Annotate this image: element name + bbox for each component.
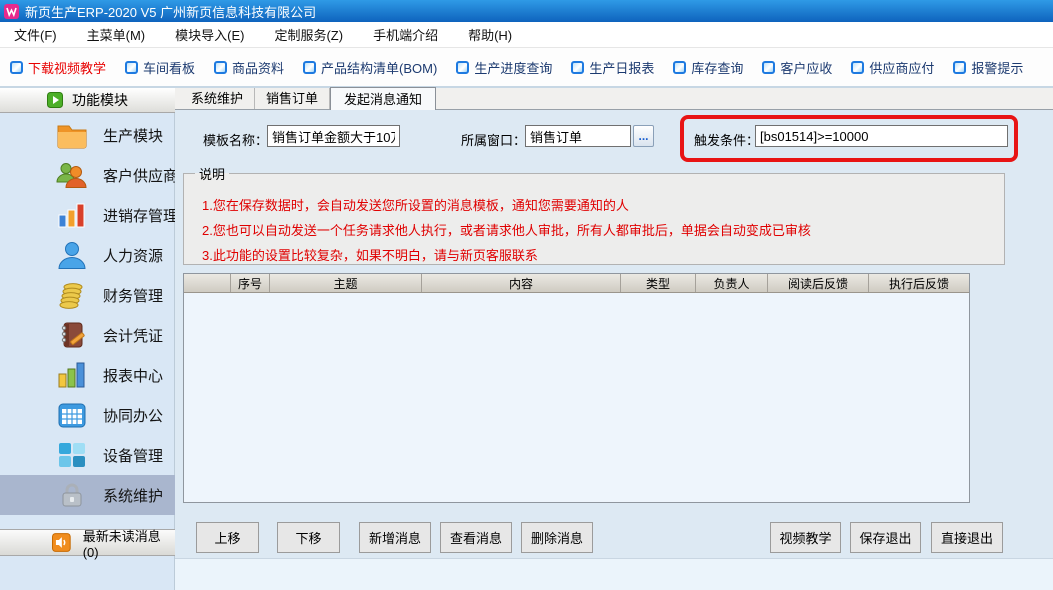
speaker-icon: [52, 533, 71, 552]
sidebar-item-customers-suppliers[interactable]: 客户供应商: [0, 155, 175, 195]
app-logo-icon: [4, 4, 19, 19]
lock-icon: [54, 481, 90, 509]
owner-window-input[interactable]: [525, 125, 631, 147]
add-message-button[interactable]: 新增消息: [359, 522, 431, 553]
sidebar-item-equipment[interactable]: 设备管理: [0, 435, 175, 475]
menu-file[interactable]: 文件(F): [14, 25, 57, 44]
sidebar: 功能模块 生产模块 客户供应商 进销存管理: [0, 88, 175, 590]
trigger-condition-input[interactable]: [755, 125, 1008, 147]
menu-custom-service[interactable]: 定制服务(Z): [274, 25, 343, 44]
checkbox-icon: [456, 61, 469, 74]
toolbar-inventory-query[interactable]: 库存查询: [673, 58, 743, 77]
checkbox-icon: [214, 61, 227, 74]
title-bar: 新页生产ERP-2020 V5 广州新页信息科技有限公司: [0, 0, 1053, 22]
notes-groupbox: 说明 1.您在保存数据时，会自动发送您所设置的消息模板，通知您需要通知的人 2.…: [183, 164, 1005, 265]
checkbox-icon: [762, 61, 775, 74]
inventory-chart-icon: [54, 201, 90, 229]
checkbox-icon: [571, 61, 584, 74]
tab-content: 模板名称： 所属窗口： ... 触发条件： 说明 1.您在保存数据时，会自动发送…: [175, 110, 1053, 590]
template-name-input[interactable]: [267, 125, 400, 147]
tab-strip: 系统维护 销售订单 发起消息通知: [175, 88, 1053, 110]
sidebar-item-hr[interactable]: 人力资源: [0, 235, 175, 275]
trigger-condition-label: 触发条件：: [694, 130, 759, 149]
checkbox-icon: [125, 61, 138, 74]
note-line-3: 3.此功能的设置比较复杂，如果不明白，请与新页客服联系: [202, 243, 1004, 268]
move-up-button[interactable]: 上移: [196, 522, 259, 553]
window-title: 新页生产ERP-2020 V5 广州新页信息科技有限公司: [25, 2, 316, 21]
person-icon: [54, 241, 90, 269]
checkbox-icon: [851, 61, 864, 74]
toolbar-supplier-payable[interactable]: 供应商应付: [851, 58, 934, 77]
column-header-subject: 主题: [270, 274, 422, 292]
checkbox-icon: [953, 61, 966, 74]
template-name-label: 模板名称：: [203, 130, 268, 149]
toolbar-download-video[interactable]: 下载视频教学: [10, 58, 106, 77]
notes-title: 说明: [195, 164, 229, 183]
menu-main[interactable]: 主菜单(M): [87, 25, 146, 44]
toolbar-workshop-board[interactable]: 车间看板: [125, 58, 195, 77]
sidebar-item-collaboration[interactable]: 协同办公: [0, 395, 175, 435]
tab-send-message-notice[interactable]: 发起消息通知: [330, 87, 436, 110]
column-header-type: 类型: [621, 274, 696, 292]
toolbar-alarm-tips[interactable]: 报警提示: [953, 58, 1023, 77]
customers-icon: [54, 161, 90, 189]
delete-message-button[interactable]: 删除消息: [521, 522, 593, 553]
exit-button[interactable]: 直接退出: [931, 522, 1003, 553]
toolbar-production-progress[interactable]: 生产进度查询: [456, 58, 552, 77]
play-icon: [47, 92, 63, 108]
menu-mobile-intro[interactable]: 手机端介绍: [373, 25, 438, 44]
checkbox-icon: [10, 61, 23, 74]
sidebar-item-production[interactable]: 生产模块: [0, 115, 175, 155]
move-down-button[interactable]: 下移: [277, 522, 340, 553]
column-header-owner: 负责人: [696, 274, 768, 292]
column-header-content: 内容: [422, 274, 621, 292]
owner-window-browse-button[interactable]: ...: [633, 125, 654, 147]
toolbar-customer-receivable[interactable]: 客户应收: [762, 58, 832, 77]
sidebar-item-inventory[interactable]: 进销存管理: [0, 195, 175, 235]
checkbox-icon: [673, 61, 686, 74]
menu-module-import[interactable]: 模块导入(E): [175, 25, 244, 44]
note-line-1: 1.您在保存数据时，会自动发送您所设置的消息模板，通知您需要通知的人: [202, 193, 1004, 218]
message-table-body: [184, 293, 969, 503]
report-chart-icon: [54, 361, 90, 389]
sidebar-item-reports[interactable]: 报表中心: [0, 355, 175, 395]
message-table-header: 序号 主题 内容 类型 负责人 阅读后反馈 执行后反馈: [184, 274, 969, 293]
column-header-read-feedback: 阅读后反馈: [768, 274, 869, 292]
toolbar-product-data[interactable]: 商品资料: [214, 58, 284, 77]
devices-icon: [54, 442, 90, 469]
message-table: 序号 主题 内容 类型 负责人 阅读后反馈 执行后反馈: [183, 273, 970, 503]
tab-sales-order[interactable]: 销售订单: [255, 88, 330, 109]
tab-system-maintenance[interactable]: 系统维护: [180, 88, 255, 109]
folder-icon: [54, 121, 90, 149]
save-exit-button[interactable]: 保存退出: [850, 522, 921, 553]
video-tutorial-button[interactable]: 视频教学: [770, 522, 841, 553]
main-panel: 系统维护 销售订单 发起消息通知 模板名称： 所属窗口： ... 触发条件： 说…: [175, 88, 1053, 590]
toolbar-daily-report[interactable]: 生产日报表: [571, 58, 654, 77]
shortcut-toolbar: 下载视频教学 车间看板 商品资料 产品结构清单(BOM) 生产进度查询 生产日报…: [0, 48, 1053, 88]
sidebar-header-function-modules: 功能模块: [0, 88, 175, 113]
owner-window-label: 所属窗口：: [461, 130, 526, 149]
sidebar-item-system-maintenance[interactable]: 系统维护: [0, 475, 175, 515]
note-line-2: 2.您也可以自动发送一个任务请求他人执行，或者请求他人审批，所有人都审批后，单据…: [202, 218, 1004, 243]
checkbox-icon: [303, 61, 316, 74]
sidebar-unread-messages[interactable]: 最新未读消息(0): [0, 529, 175, 556]
calendar-icon: [54, 402, 90, 429]
bottom-strip: [175, 558, 1053, 590]
menu-help[interactable]: 帮助(H): [468, 25, 512, 44]
ledger-icon: [54, 321, 90, 349]
column-header-exec-feedback: 执行后反馈: [869, 274, 969, 292]
menu-bar: 文件(F) 主菜单(M) 模块导入(E) 定制服务(Z) 手机端介绍 帮助(H): [0, 22, 1053, 48]
view-message-button[interactable]: 查看消息: [440, 522, 512, 553]
column-header-indicator: [184, 274, 231, 292]
toolbar-bom[interactable]: 产品结构清单(BOM): [303, 58, 437, 77]
sidebar-item-finance[interactable]: 财务管理: [0, 275, 175, 315]
coins-icon: [54, 281, 90, 309]
column-header-seq: 序号: [231, 274, 270, 292]
sidebar-item-vouchers[interactable]: 会计凭证: [0, 315, 175, 355]
